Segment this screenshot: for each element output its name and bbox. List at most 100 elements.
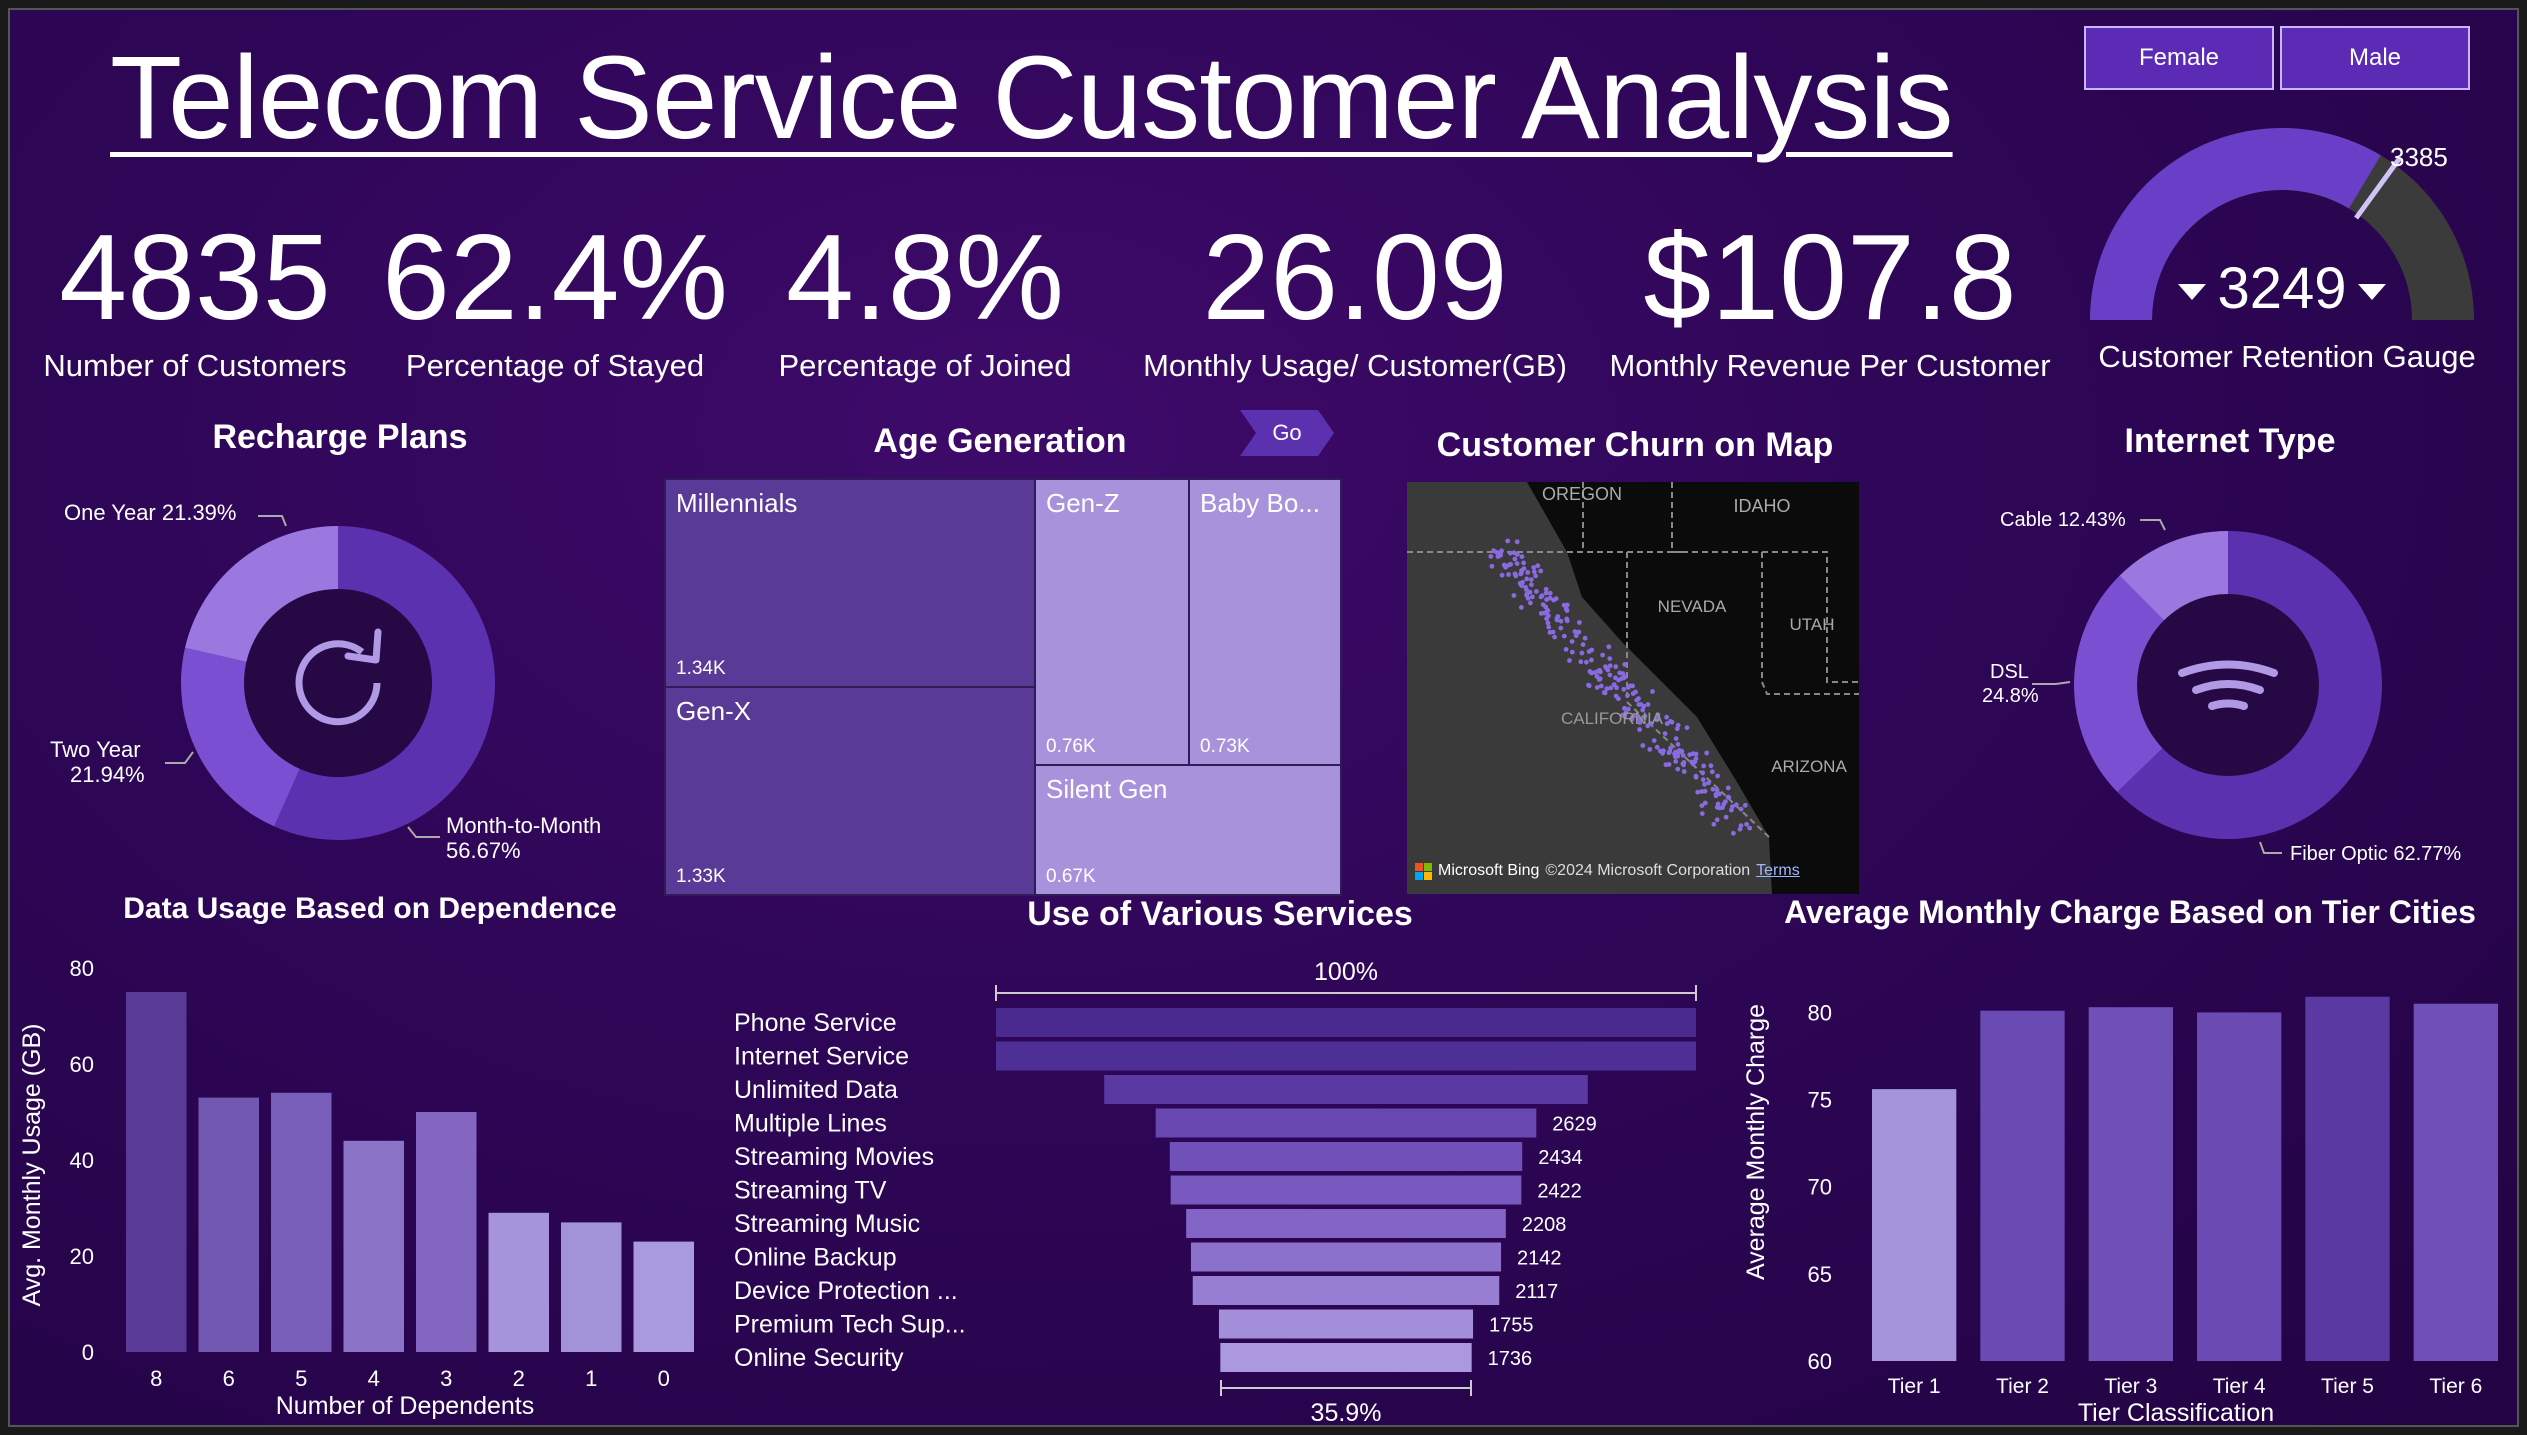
customer-dot	[1699, 811, 1705, 816]
go-button[interactable]: Go	[1240, 410, 1334, 456]
map-copyright: ©2024 Microsoft Corporation	[1545, 862, 1751, 879]
bar-tier-1[interactable]	[1872, 1089, 1957, 1361]
age-title: Age Generation	[873, 422, 1127, 460]
leader-line	[165, 751, 194, 764]
state-label: IDAHO	[1733, 496, 1790, 516]
funnel-bar-streaming-music[interactable]	[1186, 1209, 1506, 1238]
kpi-label: Number of Customers	[43, 348, 347, 383]
recharge-title: Recharge Plans	[212, 418, 468, 456]
customer-dot	[1679, 748, 1685, 754]
customer-dot	[1675, 741, 1681, 747]
customer-dot	[1668, 745, 1673, 751]
recharge-donut-chart: One Year 21.39% Two Year 21.94% Month-to…	[50, 500, 601, 863]
funnel-category-label: Phone Service	[734, 1009, 897, 1037]
funnel-bar-streaming-tv[interactable]	[1170, 1175, 1522, 1205]
customer-dot	[1702, 788, 1708, 794]
kpi-stayed: 62.4% Percentage of Stayed	[380, 216, 730, 384]
funnel-bar-device-protection[interactable]	[1192, 1276, 1500, 1305]
treemap-cell-genz[interactable]: Gen-Z 0.76K	[1034, 478, 1190, 766]
map-title: Customer Churn on Map	[1436, 426, 1834, 464]
funnel-bar-premium-tech-sup[interactable]	[1218, 1309, 1474, 1339]
customer-dot	[1550, 629, 1556, 635]
customer-dot	[1690, 761, 1696, 767]
customer-dot	[1616, 696, 1621, 702]
customer-dot	[1738, 823, 1744, 829]
customer-dot	[1636, 702, 1642, 707]
bar-dependents-0[interactable]	[633, 1241, 695, 1352]
bar-dependents-3[interactable]	[416, 1112, 477, 1352]
customer-dot	[1713, 793, 1719, 799]
customer-dot	[1539, 593, 1545, 599]
bar-dependents-5[interactable]	[271, 1092, 332, 1352]
customer-dot	[1699, 803, 1705, 808]
bar-tier-4[interactable]	[2197, 1012, 2282, 1361]
bar-dependents-2[interactable]	[488, 1212, 550, 1352]
customer-dot	[1647, 747, 1653, 752]
map-attribution: Microsoft Bing ©2024 Microsoft Corporati…	[1415, 862, 1800, 880]
bar-tier-6[interactable]	[2413, 1003, 2498, 1361]
leader-line	[2259, 841, 2282, 854]
customer-dot	[1582, 635, 1588, 641]
customer-dot	[1579, 650, 1585, 656]
map-terms-link[interactable]: Terms	[1756, 862, 1800, 880]
churn-map[interactable]: OREGON IDAHO NEVADA UTAH CALIFORNIA ARIZ…	[1407, 482, 1859, 894]
funnel-category-label: Multiple Lines	[734, 1110, 887, 1138]
filter-male-button[interactable]: Male	[2280, 26, 2470, 90]
gauge-label: Customer Retention Gauge	[2098, 339, 2475, 374]
funnel-bar-phone-service[interactable]	[996, 1008, 1696, 1037]
customer-dot	[1708, 763, 1714, 769]
month-pct: 56.67%	[446, 838, 521, 863]
fiber-label: Fiber Optic 62.77%	[2290, 843, 2461, 865]
customer-dot	[1684, 725, 1690, 731]
bar-dependents-1[interactable]	[561, 1222, 622, 1352]
funnel-bar-internet-service[interactable]	[996, 1041, 1696, 1071]
funnel-value-label: 2208	[1522, 1214, 1567, 1236]
funnel-bar-streaming-movies[interactable]	[1169, 1142, 1523, 1171]
x-tick-label: 8	[150, 1366, 162, 1391]
customer-dot	[1711, 821, 1717, 827]
dsl-pct: 24.8%	[1982, 685, 2039, 707]
customer-dot	[1710, 786, 1716, 792]
cell-value: 1.33K	[676, 866, 726, 887]
leader-line	[407, 826, 440, 838]
y-tick-label: 60	[70, 1052, 94, 1077]
treemap-cell-silentgen[interactable]: Silent Gen 0.67K	[1034, 764, 1342, 896]
filter-female-button[interactable]: Female	[2084, 26, 2274, 90]
customer-dot	[1514, 561, 1520, 566]
bar-dependents-6[interactable]	[198, 1097, 260, 1352]
x-tick-label: 4	[368, 1366, 380, 1391]
customer-dot	[1545, 620, 1551, 626]
funnel-category-label: Streaming Music	[734, 1210, 920, 1238]
customer-dot	[1709, 769, 1715, 775]
customer-dot	[1578, 659, 1584, 665]
customer-dot	[1558, 625, 1564, 631]
funnel-bar-unlimited-data[interactable]	[1104, 1075, 1588, 1104]
customer-dot	[1634, 697, 1640, 703]
funnel-bar-online-backup[interactable]	[1190, 1242, 1502, 1272]
bar-tier-2[interactable]	[1980, 1010, 2065, 1361]
funnel-bar-multiple-lines[interactable]	[1155, 1108, 1537, 1138]
customer-dot	[1640, 743, 1646, 748]
bar-tier-5[interactable]	[2305, 996, 2390, 1361]
customer-dot	[1627, 683, 1633, 689]
funnel-top-pct: 100%	[1314, 958, 1378, 986]
customer-dot	[1704, 750, 1710, 756]
customer-dot	[1513, 573, 1519, 579]
customer-dot	[1507, 550, 1513, 556]
kpi-customers: 4835 Number of Customers	[30, 216, 360, 384]
customer-dot	[1726, 795, 1732, 800]
customer-dot	[1589, 647, 1595, 653]
gauge-target-label: 3385	[2390, 142, 2448, 172]
customer-dot	[1715, 801, 1721, 807]
bar-tier-3[interactable]	[2088, 1007, 2173, 1361]
treemap-cell-millennials[interactable]: Millennials 1.34K	[664, 478, 1036, 688]
kpi-joined: 4.8% Percentage of Joined	[755, 216, 1095, 384]
customer-dot	[1598, 683, 1604, 689]
bar-dependents-4[interactable]	[343, 1140, 405, 1352]
treemap-cell-genx[interactable]: Gen-X 1.33K	[664, 686, 1036, 896]
treemap-cell-babyboomers[interactable]: Baby Bo... 0.73K	[1188, 478, 1342, 766]
customer-dot	[1673, 736, 1679, 741]
funnel-category-label: Online Security	[734, 1344, 904, 1372]
funnel-bar-online-security[interactable]	[1220, 1343, 1472, 1372]
bar-dependents-8[interactable]	[126, 992, 187, 1352]
